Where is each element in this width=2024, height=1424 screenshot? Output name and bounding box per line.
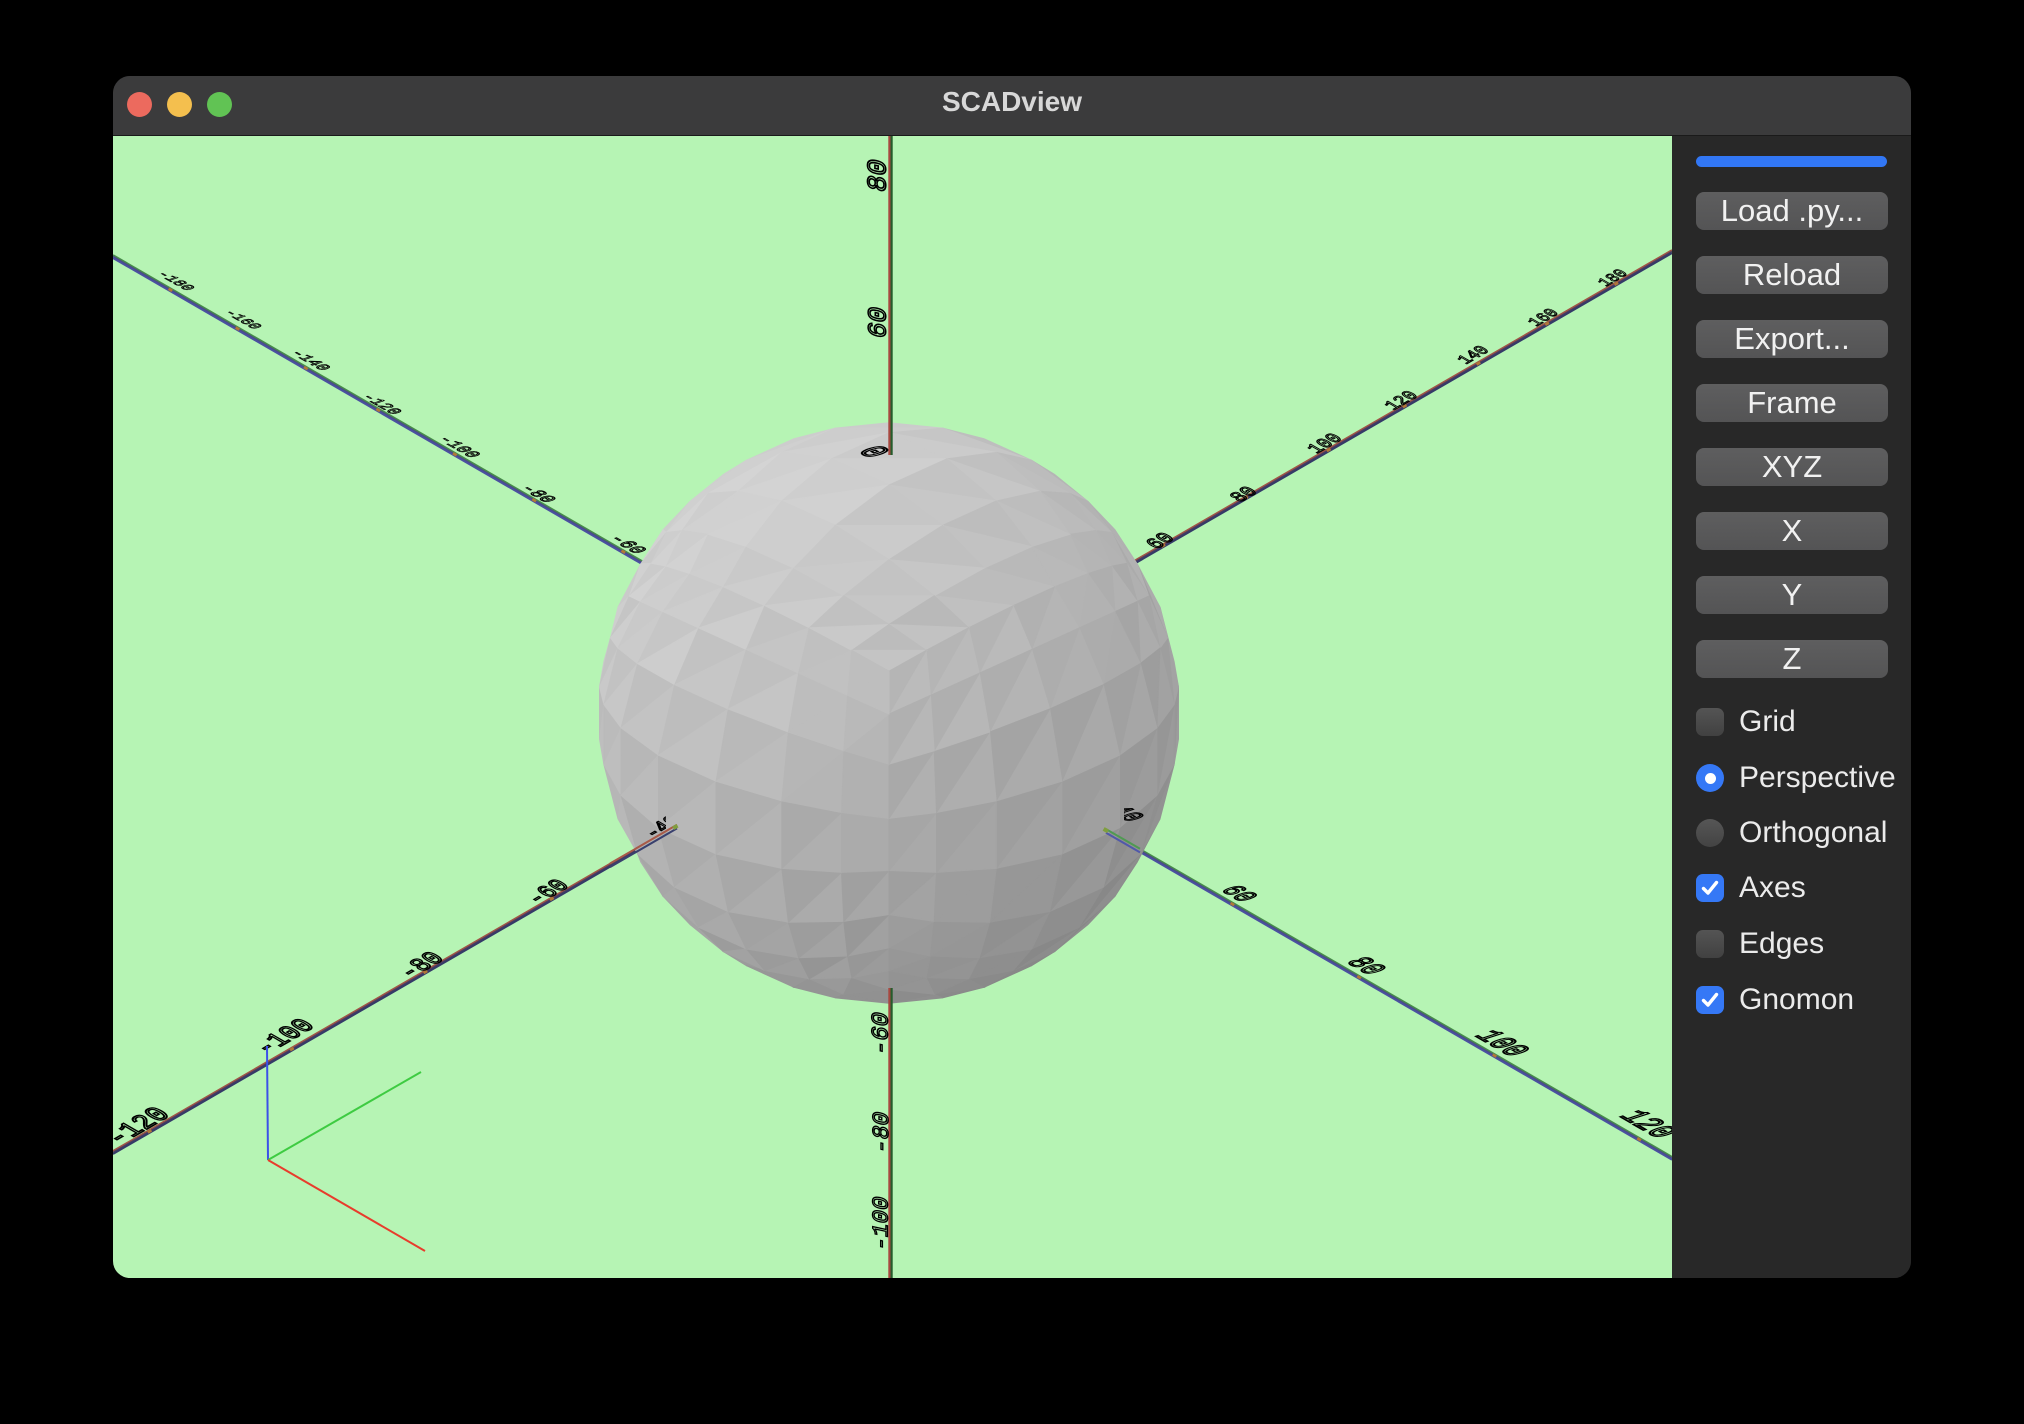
svg-text:-60: -60 [520, 876, 577, 909]
svg-text:-60: -60 [869, 1009, 896, 1057]
svg-text:-120: -120 [113, 1103, 180, 1150]
svg-text:120: 120 [1608, 1107, 1672, 1142]
svg-text:140: 140 [1454, 344, 1496, 368]
svg-text:-80: -80 [869, 1109, 895, 1156]
svg-text:-80: -80 [393, 949, 453, 984]
svg-text:120: 120 [1380, 388, 1424, 413]
svg-text:60: 60 [1211, 883, 1264, 906]
svg-text:80: 80 [1225, 483, 1264, 505]
svg-text:60: 60 [1141, 530, 1182, 553]
svg-text:100: 100 [1464, 1027, 1537, 1060]
svg-text:80: 80 [864, 156, 895, 195]
svg-text:-100: -100 [869, 1194, 895, 1253]
svg-text:60: 60 [864, 304, 894, 342]
svg-text:160: 160 [1523, 306, 1564, 330]
svg-text:180: 180 [1594, 267, 1633, 290]
svg-text:100: 100 [1303, 431, 1349, 458]
svg-text:-100: -100 [247, 1015, 323, 1059]
svg-text:80: 80 [1336, 955, 1392, 979]
